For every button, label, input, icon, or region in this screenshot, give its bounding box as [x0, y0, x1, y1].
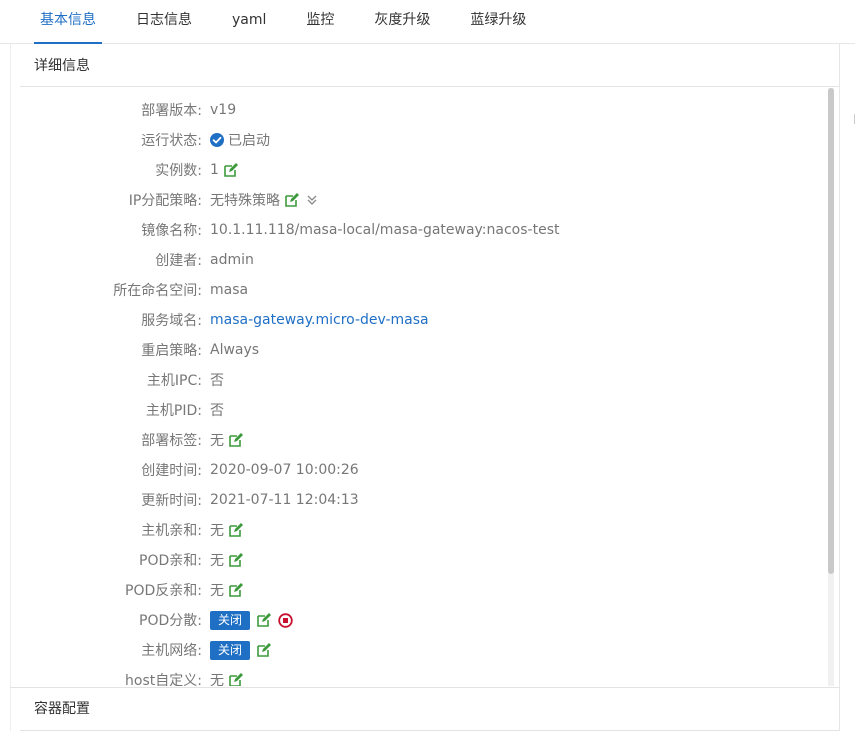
row-namespace: 所在命名空间: masa — [20, 275, 828, 305]
deploy-version-value: v19 — [210, 102, 237, 118]
row-instances: 实例数: 1 — [20, 155, 828, 185]
host-custom-label: host自定义: — [125, 673, 202, 686]
pod-anti-affinity-text: 无 — [210, 583, 224, 599]
right-panel — [839, 44, 855, 731]
deploy-version-label: 部署版本: — [141, 103, 202, 119]
row-created-time: 创建时间: 2020-09-07 10:00:26 — [20, 455, 828, 485]
edit-icon[interactable] — [228, 552, 244, 568]
creator-value: admin — [210, 252, 254, 268]
page: 基本信息 日志信息 yaml 监控 灰度升级 蓝绿升级 详细信息 部署版本: v… — [0, 0, 855, 731]
image-name-label: 镜像名称: — [141, 223, 202, 239]
row-host-affinity: 主机亲和: 无 — [20, 515, 828, 545]
tab-basic-info[interactable]: 基本信息 — [34, 0, 102, 44]
service-domain-value: masa-gateway.micro-dev-masa — [210, 312, 429, 328]
edit-icon[interactable] — [256, 612, 272, 628]
created-time-value: 2020-09-07 10:00:26 — [210, 462, 359, 478]
run-status-text: 已启动 — [228, 133, 270, 149]
edit-icon[interactable] — [228, 672, 244, 686]
host-network-label: 主机网络: — [141, 643, 202, 659]
run-status-value: 已启动 — [210, 130, 270, 150]
stop-circle-icon[interactable] — [278, 612, 293, 628]
tab-log-info[interactable]: 日志信息 — [130, 0, 198, 43]
tab-bar: 基本信息 日志信息 yaml 监控 灰度升级 蓝绿升级 — [0, 0, 855, 44]
service-domain-label: 服务域名: — [141, 313, 202, 329]
tab-yaml[interactable]: yaml — [226, 0, 272, 43]
row-pod-anti-affinity: POD反亲和: 无 — [20, 575, 828, 605]
host-pid-label: 主机PID: — [145, 403, 202, 419]
row-deploy-labels: 部署标签: 无 — [20, 425, 828, 455]
pod-affinity-label: POD亲和: — [139, 553, 202, 569]
instances-count: 1 — [210, 162, 219, 178]
host-network-value: 关闭 — [210, 640, 272, 660]
deploy-labels-text: 无 — [210, 433, 224, 449]
pod-spread-value: 关闭 — [210, 610, 293, 630]
host-custom-value: 无 — [210, 670, 244, 686]
row-pod-affinity: POD亲和: 无 — [20, 545, 828, 575]
edit-icon[interactable] — [228, 432, 244, 448]
row-host-network: 主机网络: 关闭 — [20, 635, 828, 665]
row-image-name: 镜像名称: 10.1.11.118/masa-local/masa-gatewa… — [20, 215, 828, 245]
namespace-label: 所在命名空间: — [113, 283, 202, 299]
ip-policy-value: 无特殊策略 — [210, 190, 318, 210]
container-section-title[interactable]: 容器配置 — [20, 688, 839, 731]
row-updated-time: 更新时间: 2021-07-11 12:04:13 — [20, 485, 828, 515]
updated-time-label: 更新时间: — [141, 493, 202, 509]
row-run-status: 运行状态: 已启动 — [20, 125, 828, 155]
namespace-value: masa — [210, 282, 249, 298]
updated-time-value: 2021-07-11 12:04:13 — [210, 492, 359, 508]
tab-monitor[interactable]: 监控 — [300, 0, 340, 43]
edit-icon[interactable] — [228, 522, 244, 538]
pod-affinity-text: 无 — [210, 553, 224, 569]
host-ipc-value: 否 — [210, 373, 224, 389]
row-host-custom: host自定义: 无 — [20, 665, 828, 686]
edit-icon[interactable] — [223, 162, 239, 178]
deploy-labels-label: 部署标签: — [141, 433, 202, 449]
row-pod-spread: POD分散: 关闭 — [20, 605, 828, 635]
pod-anti-affinity-value: 无 — [210, 580, 244, 600]
tab-blue-green-upgrade[interactable]: 蓝绿升级 — [464, 0, 532, 43]
created-time-label: 创建时间: — [141, 463, 202, 479]
deploy-labels-value: 无 — [210, 430, 244, 450]
edit-icon[interactable] — [228, 582, 244, 598]
chevron-double-down-icon[interactable] — [306, 194, 318, 206]
row-host-pid: 主机PID: 否 — [20, 395, 828, 425]
host-ipc-label: 主机IPC: — [146, 373, 202, 389]
image-name-value: 10.1.11.118/masa-local/masa-gateway:naco… — [210, 222, 560, 238]
detail-scrollbar-thumb[interactable] — [828, 88, 834, 574]
restart-policy-label: 重启策略: — [141, 343, 202, 359]
instances-value: 1 — [210, 162, 239, 178]
edit-icon[interactable] — [284, 192, 300, 208]
host-affinity-value: 无 — [210, 520, 244, 540]
ip-policy-label: IP分配策略: — [128, 193, 202, 209]
host-affinity-label: 主机亲和: — [141, 523, 202, 539]
pod-affinity-value: 无 — [210, 550, 244, 570]
host-custom-text: 无 — [210, 673, 224, 686]
host-network-toggle-button[interactable]: 关闭 — [210, 640, 251, 660]
service-domain-link[interactable]: masa-gateway.micro-dev-masa — [210, 312, 429, 328]
ip-policy-text: 无特殊策略 — [210, 193, 280, 209]
check-circle-icon — [210, 133, 224, 147]
row-ip-policy: IP分配策略: 无特殊策略 — [20, 185, 828, 215]
detail-scrollbar[interactable] — [828, 88, 834, 686]
row-creator: 创建者: admin — [20, 245, 828, 275]
edit-icon[interactable] — [256, 642, 272, 658]
host-affinity-text: 无 — [210, 523, 224, 539]
pod-spread-label: POD分散: — [139, 613, 202, 629]
restart-policy-value: Always — [210, 342, 260, 358]
row-service-domain: 服务域名: masa-gateway.micro-dev-masa — [20, 305, 828, 335]
host-pid-value: 否 — [210, 403, 224, 419]
detail-panel: 部署版本: v19 运行状态: 已启动 实例数: 1 IP分配策略: 无特殊策略… — [20, 88, 828, 686]
row-deploy-version: 部署版本: v19 — [20, 95, 828, 125]
pod-spread-toggle-button[interactable]: 关闭 — [210, 610, 251, 630]
left-border — [10, 44, 11, 731]
row-host-ipc: 主机IPC: 否 — [20, 365, 828, 395]
tab-canary-upgrade[interactable]: 灰度升级 — [368, 0, 436, 43]
creator-label: 创建者: — [155, 253, 202, 269]
row-restart-policy: 重启策略: Always — [20, 335, 828, 365]
pod-anti-affinity-label: POD反亲和: — [125, 583, 202, 599]
detail-section-title: 详细信息 — [20, 44, 839, 87]
run-status-label: 运行状态: — [141, 133, 202, 149]
instances-label: 实例数: — [155, 163, 202, 179]
